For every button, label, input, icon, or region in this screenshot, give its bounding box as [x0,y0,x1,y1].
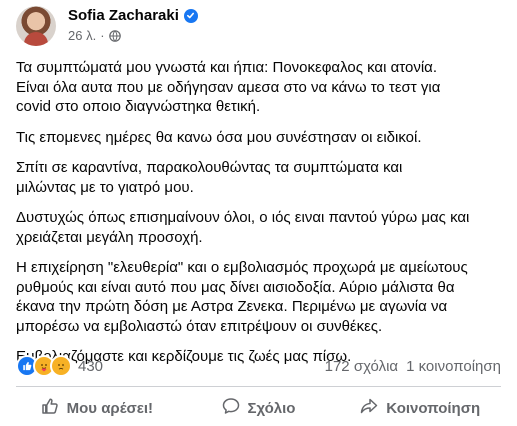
author-name[interactable]: Sofia Zacharaki [68,7,179,24]
post-paragraph: Η επιχείρηση "ελευθερία" και ο εμβολιασμ… [16,259,468,335]
globe-icon [108,29,121,42]
verified-badge-icon [183,8,198,23]
shares-count[interactable]: 1 κοινοποίηση [406,358,501,375]
post-paragraph: Τις επομενες ημέρες θα κανω όσα μου συνέ… [16,128,422,146]
post-paragraph: Σπίτι σε καραντίνα, παρακολουθώντας τα σ… [16,159,403,196]
divider [16,386,501,387]
post-paragraph: Δυστυχώς όπως επισημαίνουν όλοι, ο ιός ε… [16,209,470,246]
comments-count[interactable]: 172 σχόλια [325,358,398,375]
post-meta: 26 λ. · [68,28,121,43]
like-button-label: Μου αρέσει! [66,399,154,417]
thumbs-up-icon [41,397,59,419]
like-button[interactable]: Μου αρέσει! [16,390,178,426]
reaction-count: 430 [78,357,104,375]
comment-bubble-icon [222,397,240,419]
post-actions-bar: Μου αρέσει! Σχόλιο Κοινοποίηση [16,390,501,426]
reaction-icons [16,355,72,377]
sad-reaction-icon [50,355,72,377]
reaction-count-group[interactable]: 430 [16,355,103,377]
post-paragraph: Τα συμπτώματά μου γνωστά και ήπια: Πονοκ… [16,59,441,115]
share-button[interactable]: Κοινοποίηση [339,390,501,426]
post-timestamp[interactable]: 26 λ. [68,28,96,43]
share-arrow-icon [360,397,378,419]
comment-button-label: Σχόλιο [247,399,296,417]
post-header: Sofia Zacharaki 26 λ. · [16,6,496,52]
engagement-counts: 172 σχόλια 1 κοινοποίηση [325,358,501,375]
comment-button[interactable]: Σχόλιο [178,390,340,426]
post-content: Τα συμπτώματά μου γνωστά και ήπια: Πονοκ… [16,58,496,378]
author-avatar[interactable] [16,6,56,46]
share-button-label: Κοινοποίηση [386,399,481,417]
reactions-summary: 430 172 σχόλια 1 κοινοποίηση [16,355,501,377]
facebook-post: Sofia Zacharaki 26 λ. · Τα συμπτώματά μο… [0,0,517,426]
author-name-row: Sofia Zacharaki [68,7,198,24]
meta-separator: · [100,28,105,43]
